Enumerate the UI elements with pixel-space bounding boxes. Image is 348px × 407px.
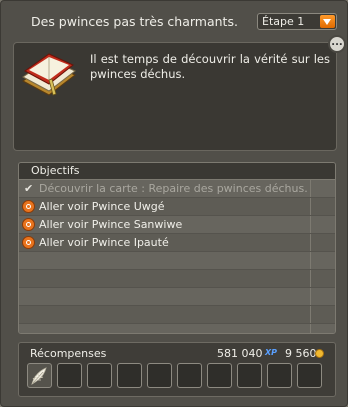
- xp-tag: XP: [265, 348, 278, 357]
- quest-window: Des pwinces pas très charmants. Étape 1 …: [0, 0, 348, 407]
- objectives-panel: Objectifs ✔ Découvrir la carte : Repaire …: [18, 162, 336, 334]
- rewards-panel: Récompenses 581 040 XP 9 560: [18, 342, 336, 397]
- objective-text: Aller voir Pwince Sanwiwe: [39, 218, 183, 231]
- scroll-column: [310, 198, 335, 215]
- reward-slot[interactable]: [147, 363, 172, 388]
- rewards-label: Récompenses: [30, 347, 107, 360]
- scroll-column: [310, 234, 335, 251]
- reward-slot[interactable]: [207, 363, 232, 388]
- scroll-column: [310, 324, 335, 333]
- objective-row[interactable]: Aller voir Pwince Sanwiwe: [19, 216, 335, 234]
- kamas-reward: 9 560: [285, 347, 317, 360]
- stage-label: Étape 1: [262, 15, 305, 28]
- reward-slot[interactable]: [27, 363, 52, 388]
- compass-icon[interactable]: [22, 218, 35, 231]
- objective-row[interactable]: ✔ Découvrir la carte : Repaire des pwince…: [19, 180, 335, 198]
- objective-row-empty: [19, 306, 335, 324]
- scroll-column: [310, 270, 335, 287]
- quest-title: Des pwinces pas très charmants.: [31, 14, 238, 29]
- reward-slot[interactable]: [177, 363, 202, 388]
- reward-slot[interactable]: [237, 363, 262, 388]
- objective-text: Découvrir la carte : Repaire des pwinces…: [39, 182, 308, 195]
- xp-reward: 581 040: [217, 347, 263, 360]
- objective-text: Aller voir Pwince Uwgé: [39, 200, 165, 213]
- objective-row-empty: [19, 252, 335, 270]
- compass-icon[interactable]: [22, 200, 35, 213]
- reward-slot[interactable]: [87, 363, 112, 388]
- scroll-column: [310, 216, 335, 233]
- scroll-column: [310, 252, 335, 269]
- objective-text: Aller voir Pwince Ipauté: [39, 236, 169, 249]
- objective-row-empty: [19, 324, 335, 333]
- stage-dropdown[interactable]: Étape 1: [257, 13, 337, 30]
- objective-row[interactable]: Aller voir Pwince Ipauté: [19, 234, 335, 252]
- chevron-down-icon[interactable]: [320, 15, 335, 28]
- objective-row-empty: [19, 288, 335, 306]
- kama-icon: [315, 349, 324, 358]
- quest-description: Il est temps de découvrir la vérité sur …: [90, 52, 330, 81]
- scroll-column: [310, 180, 335, 197]
- check-icon: ✔: [24, 182, 34, 195]
- reward-slot[interactable]: [297, 363, 322, 388]
- objective-row-empty: [19, 270, 335, 288]
- scroll-column: [310, 288, 335, 305]
- scroll-column: [310, 306, 335, 323]
- objective-row[interactable]: Aller voir Pwince Uwgé: [19, 198, 335, 216]
- feather-icon: [31, 367, 47, 385]
- book-icon: [22, 53, 76, 96]
- reward-slot[interactable]: [117, 363, 142, 388]
- reward-slot[interactable]: [267, 363, 292, 388]
- more-options-button[interactable]: ...: [328, 35, 346, 53]
- compass-icon[interactable]: [22, 236, 35, 249]
- objectives-header: Objectifs: [19, 163, 335, 180]
- reward-slot[interactable]: [57, 363, 82, 388]
